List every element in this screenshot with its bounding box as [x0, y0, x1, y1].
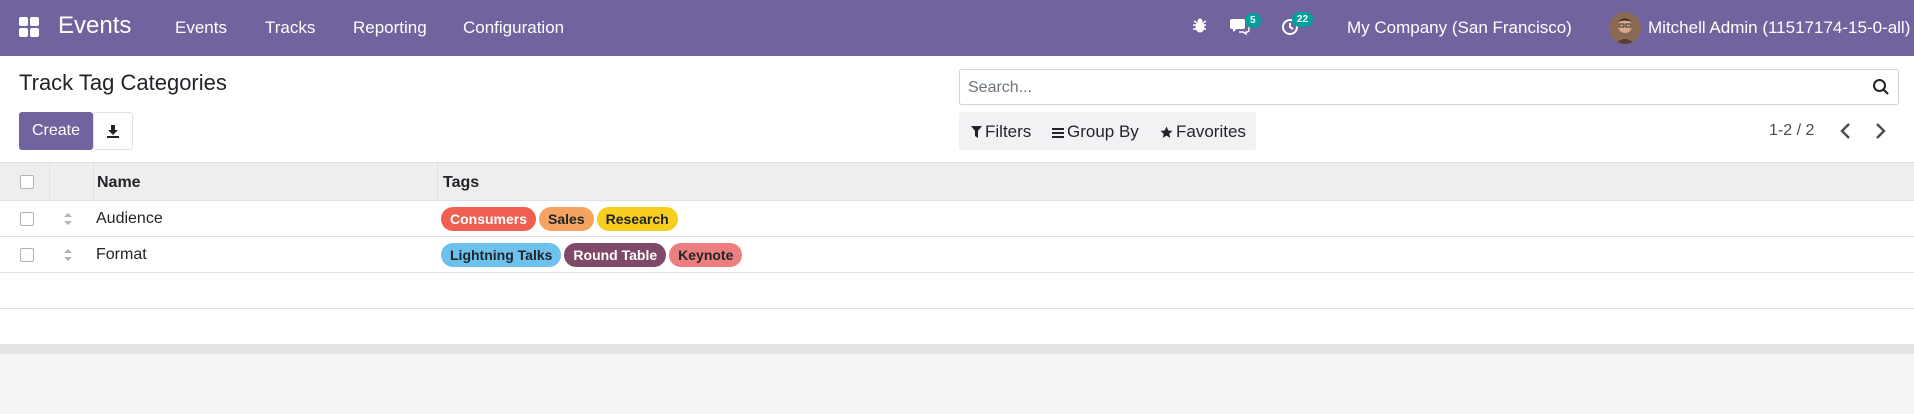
company-switcher[interactable]: My Company (San Francisco) [1347, 18, 1572, 38]
user-avatar[interactable] [1609, 12, 1641, 44]
control-panel: Track Tag Categories Create Filters [0, 56, 1914, 163]
column-divider [49, 163, 50, 200]
group-by-button[interactable]: Group By [1052, 122, 1139, 142]
search-icon[interactable] [1872, 78, 1890, 96]
pager-next-icon[interactable] [1872, 122, 1888, 140]
messages-badge: 5 [1245, 13, 1261, 28]
menu-events[interactable]: Events [175, 18, 227, 38]
group-by-label: Group By [1067, 122, 1139, 141]
pager-value[interactable]: 1-2 / 2 [1769, 122, 1814, 140]
column-divider [93, 163, 94, 200]
group-by-icon [1052, 127, 1064, 138]
create-button[interactable]: Create [19, 112, 93, 150]
tag-chip[interactable]: Round Table [564, 243, 667, 267]
menu-configuration[interactable]: Configuration [463, 18, 564, 38]
tag-chip[interactable]: Consumers [441, 207, 537, 231]
empty-row [0, 273, 1914, 309]
favorites-label: Favorites [1176, 122, 1246, 141]
column-header-tags[interactable]: Tags [443, 174, 479, 192]
list-table: Name Tags Audience Consumers Sales Resea… [0, 163, 1914, 345]
table-header: Name Tags [0, 163, 1914, 201]
empty-row [0, 309, 1914, 345]
export-button[interactable] [93, 112, 133, 150]
drag-handle-icon[interactable] [63, 212, 73, 226]
tags-cell: Lightning Talks Round Table Keynote [441, 243, 743, 267]
row-checkbox[interactable] [20, 212, 34, 226]
tag-chip[interactable]: Keynote [669, 243, 743, 267]
bug-icon[interactable] [1190, 16, 1212, 38]
menu-tracks[interactable]: Tracks [265, 18, 315, 38]
tags-cell: Consumers Sales Research [441, 207, 678, 231]
pager-previous-icon[interactable] [1838, 122, 1854, 140]
tag-chip[interactable]: Lightning Talks [441, 243, 562, 267]
table-row[interactable]: Audience Consumers Sales Research [0, 201, 1914, 237]
search-box [959, 69, 1899, 105]
filter-icon [971, 126, 982, 138]
favorites-button[interactable]: Favorites [1160, 122, 1246, 142]
row-checkbox[interactable] [20, 248, 34, 262]
search-options-bar: Filters Group By Favorites [959, 112, 1256, 150]
search-input[interactable] [968, 77, 1848, 99]
table-row[interactable]: Format Lightning Talks Round Table Keyno… [0, 237, 1914, 273]
column-divider[interactable] [437, 163, 438, 200]
menu-reporting[interactable]: Reporting [353, 18, 427, 38]
list-footer-bar [0, 345, 1914, 354]
app-name[interactable]: Events [58, 12, 131, 40]
filters-label: Filters [985, 122, 1032, 141]
page-title: Track Tag Categories [19, 70, 227, 95]
tag-chip[interactable]: Research [596, 207, 678, 231]
apps-menu-icon[interactable] [19, 17, 39, 37]
column-header-name[interactable]: Name [97, 174, 141, 192]
tag-chip[interactable]: Sales [539, 207, 594, 231]
top-navbar: Events Events Tracks Reporting Configura… [0, 0, 1914, 56]
category-name[interactable]: Format [96, 246, 147, 264]
activities-badge: 22 [1292, 12, 1314, 27]
download-icon [107, 125, 119, 138]
star-icon [1160, 126, 1173, 138]
drag-handle-icon[interactable] [63, 248, 73, 262]
select-all-checkbox[interactable] [20, 175, 34, 189]
filters-button[interactable]: Filters [971, 122, 1031, 142]
category-name[interactable]: Audience [96, 210, 163, 228]
user-menu[interactable]: Mitchell Admin (11517174-15-0-all) [1648, 18, 1910, 38]
